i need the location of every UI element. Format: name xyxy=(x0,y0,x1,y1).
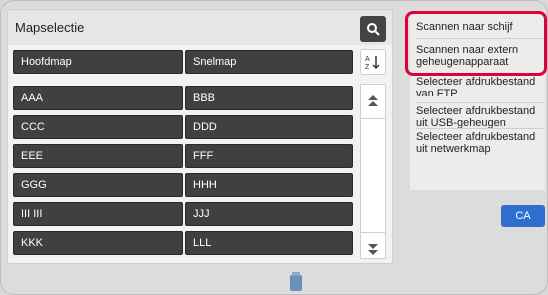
search-button[interactable] xyxy=(360,16,386,42)
selection-highlight xyxy=(405,11,547,76)
scroll-divider xyxy=(360,232,386,233)
menu-item-print-from-network-folder[interactable]: Selecteer afdrukbestand uit netwerkmap xyxy=(416,131,543,155)
screen: Mapselectie Hoofdmap Snelmap A Z AAA BBB… xyxy=(0,0,548,295)
folder-button[interactable]: III III xyxy=(13,202,183,226)
folder-selection-panel: Mapselectie Hoofdmap Snelmap A Z AAA BBB… xyxy=(7,9,393,264)
menu-item-print-from-usb[interactable]: Selecteer afdrukbestand uit USB-geheugen xyxy=(416,105,543,129)
panel-title: Mapselectie xyxy=(15,20,85,35)
scroll-up-button[interactable] xyxy=(360,86,386,116)
folder-button[interactable]: AAA xyxy=(13,86,183,110)
folder-button[interactable]: LLL xyxy=(185,231,353,255)
scroll-down-button[interactable] xyxy=(360,234,386,264)
folder-button[interactable]: CCC xyxy=(13,115,183,139)
scroll-up-icon xyxy=(368,95,378,106)
svg-text:A: A xyxy=(365,56,370,63)
panel-header: Mapselectie xyxy=(8,10,392,45)
sort-button[interactable]: A Z xyxy=(360,49,386,75)
scroll-down-icon xyxy=(368,244,378,255)
search-icon xyxy=(367,23,380,36)
tab-main-folder[interactable]: Hoofdmap xyxy=(13,50,183,74)
folder-button[interactable]: KKK xyxy=(13,231,183,255)
tab-quick-folder[interactable]: Snelmap xyxy=(185,50,353,74)
menu-divider xyxy=(416,102,543,103)
menu-divider xyxy=(416,128,543,129)
folder-button[interactable]: JJJ xyxy=(185,202,353,226)
scroll-divider xyxy=(360,118,386,119)
folder-button[interactable]: DDD xyxy=(185,115,353,139)
folder-button[interactable]: HHH xyxy=(185,173,353,197)
usb-icon xyxy=(290,272,302,291)
ca-button[interactable]: CA xyxy=(501,205,545,227)
folder-button[interactable]: GGG xyxy=(13,173,183,197)
menu-item-print-from-ftp[interactable]: Selecteer afdrukbestand van FTP xyxy=(416,76,543,96)
folder-button[interactable]: EEE xyxy=(13,144,183,168)
sort-icon: A Z xyxy=(365,56,380,70)
folder-button[interactable]: BBB xyxy=(185,86,353,110)
folder-button[interactable]: FFF xyxy=(185,144,353,168)
svg-text:Z: Z xyxy=(365,64,370,70)
